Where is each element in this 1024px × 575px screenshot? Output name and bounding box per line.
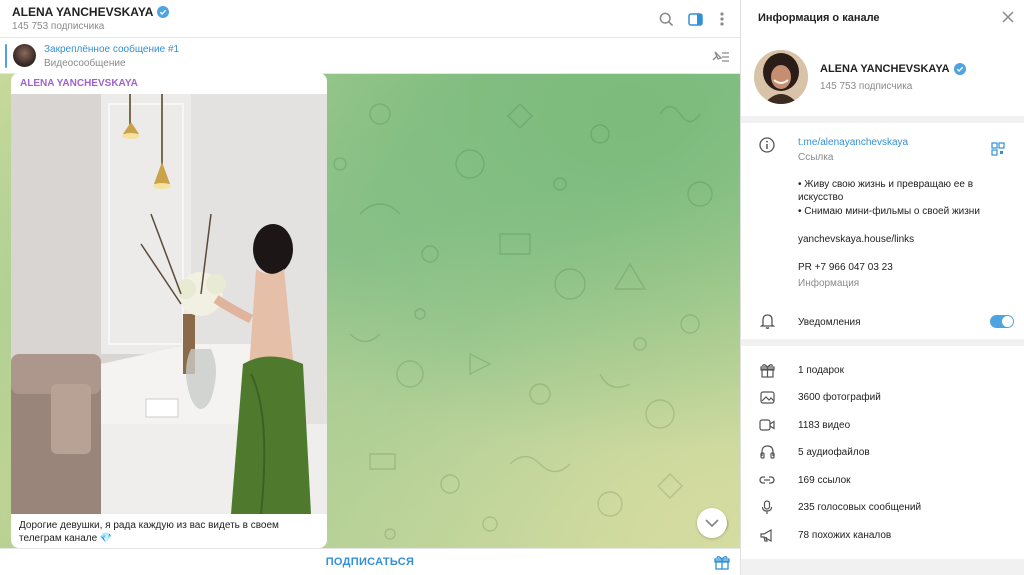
- info-line-1: • Живу свою жизнь и превращаю ее в искус…: [798, 179, 973, 203]
- pinned-indicator: [5, 44, 7, 68]
- pinned-list-icon[interactable]: [710, 48, 730, 64]
- pinned-title: Закреплённое сообщение #1: [44, 44, 180, 55]
- stat-row-gifts[interactable]: 1 подарок: [741, 357, 1024, 384]
- channel-name-wrap: ALENA YANCHEVSKAYA: [820, 63, 966, 75]
- channel-name: ALENA YANCHEVSKAYA: [820, 63, 950, 75]
- stat-label: 5 аудиофайлов: [798, 447, 870, 458]
- megaphone-icon: [758, 526, 776, 544]
- link-icon: [758, 471, 776, 489]
- stat-label: 1183 видео: [798, 420, 851, 431]
- chevron-down-icon: [705, 518, 719, 527]
- message-author[interactable]: ALENA YANCHEVSKAYA: [20, 78, 138, 89]
- stat-row-videos[interactable]: 1183 видео: [741, 412, 1024, 439]
- video-icon: [758, 416, 776, 434]
- bottom-bar: ПОДПИСАТЬСЯ: [0, 548, 740, 575]
- gift-icon: [758, 361, 776, 379]
- sidebar-toggle-icon[interactable]: [686, 10, 704, 28]
- link-caption: Ссылка: [798, 152, 834, 163]
- info-section: t.me/alenayanchevskaya Ссылка • Живу сво…: [741, 123, 1024, 339]
- chat-header: ALENA YANCHEVSKAYA 145 753 подписчика: [0, 0, 740, 38]
- stat-label: 3600 фотографий: [798, 392, 881, 403]
- channel-link[interactable]: t.me/alenayanchevskaya: [798, 137, 908, 148]
- toggle-knob: [1002, 316, 1013, 327]
- headphones-icon: [758, 443, 776, 461]
- chat-area: ALENA YANCHEVSKAYA 145 753 подписчика За…: [0, 0, 740, 575]
- chat-title-wrap[interactable]: ALENA YANCHEVSKAYA: [12, 5, 170, 19]
- scroll-down-button[interactable]: [697, 508, 727, 538]
- channel-info-panel: Информация о канале ALENA YANCHEVSKAYA 1…: [740, 0, 1024, 575]
- info-caption: Информация: [798, 278, 860, 289]
- subscribe-button[interactable]: ПОДПИСАТЬСЯ: [300, 556, 440, 568]
- info-line-2: • Снимаю мини-фильмы о своей жизни: [798, 206, 980, 217]
- info-pr-contact: PR +7 966 047 03 23: [798, 262, 893, 273]
- pinned-subtitle: Видеосообщение: [44, 58, 126, 69]
- message-photo[interactable]: [11, 94, 327, 514]
- info-external-link[interactable]: yanchevskaya.house/links: [798, 234, 914, 245]
- channel-avatar[interactable]: [754, 50, 808, 104]
- verified-badge-icon: [953, 63, 966, 75]
- stat-row-similar-channels[interactable]: 78 похожих каналов: [741, 522, 1024, 549]
- pinned-thumbnail: [13, 44, 36, 67]
- notifications-label: Уведомления: [798, 317, 861, 328]
- stat-row-photos[interactable]: 3600 фотографий: [741, 384, 1024, 411]
- bell-icon: [758, 312, 776, 330]
- search-icon[interactable]: [657, 10, 675, 28]
- stat-label: 78 похожих каналов: [798, 530, 892, 541]
- panel-title: Информация о канале: [758, 12, 880, 24]
- stat-label: 1 подарок: [798, 365, 844, 376]
- channel-subscriber-count: 145 753 подписчика: [820, 81, 913, 92]
- stat-label: 169 ссылок: [798, 475, 851, 486]
- microphone-icon: [758, 498, 776, 516]
- gift-icon[interactable]: [714, 555, 730, 571]
- media-stats-section: 1 подарок 3600 фотографий 1183 видео 5 а…: [741, 346, 1024, 559]
- stat-label: 235 голосовых сообщений: [798, 502, 922, 513]
- stat-row-voice[interactable]: 235 голосовых сообщений: [741, 494, 1024, 521]
- channel-message[interactable]: ALENA YANCHEVSKAYA Дорогие девушки, я ра…: [11, 73, 327, 548]
- notifications-toggle[interactable]: [990, 315, 1014, 328]
- pinned-message-bar[interactable]: Закреплённое сообщение #1 Видеосообщение: [0, 38, 740, 74]
- info-icon: [758, 136, 776, 154]
- qr-code-icon[interactable]: [991, 142, 1005, 156]
- more-options-icon[interactable]: [713, 10, 731, 28]
- close-icon[interactable]: [1001, 10, 1015, 24]
- chat-subscriber-count: 145 753 подписчика: [12, 21, 105, 32]
- chat-title[interactable]: ALENA YANCHEVSKAYA: [12, 5, 153, 19]
- photo-icon: [758, 388, 776, 406]
- verified-badge-icon: [157, 6, 170, 18]
- stat-row-audio[interactable]: 5 аудиофайлов: [741, 439, 1024, 466]
- stat-row-links[interactable]: 169 ссылок: [741, 467, 1024, 494]
- message-text: Дорогие девушки, я рада каждую из вас ви…: [19, 520, 279, 544]
- panel-header-section: Информация о канале ALENA YANCHEVSKAYA 1…: [741, 0, 1024, 116]
